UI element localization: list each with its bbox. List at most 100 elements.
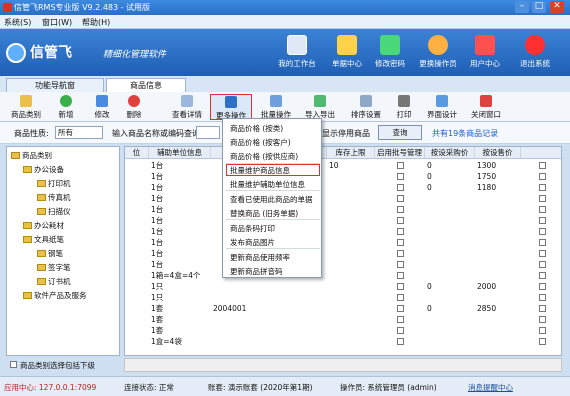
key-icon <box>380 35 400 55</box>
col-header[interactable]: 按设采购价 <box>425 147 475 159</box>
col-header[interactable] <box>521 147 561 159</box>
row-checkbox[interactable] <box>539 283 546 290</box>
batch-checkbox[interactable] <box>397 261 404 268</box>
sort-button[interactable]: 排序设置 <box>346 94 386 120</box>
menu-item[interactable]: 更新商品拼音码 <box>230 266 283 277</box>
query-button[interactable]: 查询 <box>378 125 422 140</box>
col-header[interactable]: 位 <box>125 147 149 159</box>
tree-node[interactable]: 扫描仪 <box>37 206 71 217</box>
batch-checkbox[interactable] <box>397 283 404 290</box>
close-button[interactable]: ✕ <box>550 1 564 13</box>
tab-product-info[interactable]: 商品信息 <box>106 78 186 92</box>
row-checkbox[interactable] <box>539 272 546 279</box>
category-button[interactable]: 商品类别 <box>6 94 46 120</box>
maximize-button[interactable]: □ <box>532 1 546 13</box>
nav-user-center-button[interactable]: 用户中心 <box>458 35 512 75</box>
row-checkbox[interactable] <box>539 327 546 334</box>
row-checkbox[interactable] <box>539 162 546 169</box>
menu-system[interactable]: 系统(S) <box>4 17 31 28</box>
tree-node[interactable]: 传真机 <box>37 192 71 203</box>
tree-node[interactable]: 文具纸笔 <box>23 234 64 245</box>
menu-item[interactable]: 商品价格 (按供应商) <box>230 151 298 162</box>
tree-node[interactable]: 办公耗材 <box>23 220 64 231</box>
batch-checkbox[interactable] <box>397 206 404 213</box>
row-checkbox[interactable] <box>539 338 546 345</box>
row-checkbox[interactable] <box>539 206 546 213</box>
col-header[interactable]: 辅助单位信息 <box>149 147 211 159</box>
batch-checkbox[interactable] <box>397 338 404 345</box>
menu-item[interactable]: 查看已使用此商品的单据 <box>230 194 313 205</box>
menu-item[interactable]: 替换商品 (旧务单据) <box>230 208 298 219</box>
batch-checkbox[interactable] <box>397 228 404 235</box>
batch-checkbox[interactable] <box>397 195 404 202</box>
row-checkbox[interactable] <box>539 316 546 323</box>
tab-navigation[interactable]: 功能导航窗 <box>6 78 104 92</box>
nav-switch-user-button[interactable]: 更换操作员 <box>411 35 465 75</box>
menu-item[interactable]: 发布商品图片 <box>230 237 275 248</box>
notify-link[interactable]: 消息提醒中心 <box>468 382 513 393</box>
more-actions-button[interactable]: 更多操作 <box>210 94 252 120</box>
prop-select[interactable]: 所有 <box>55 126 103 139</box>
folder-icon <box>37 208 46 215</box>
nav-workbench-button[interactable]: 我的工作台 <box>270 35 324 75</box>
row-checkbox[interactable] <box>539 228 546 235</box>
nav-exit-button[interactable]: 退出系统 <box>508 35 562 75</box>
batch-checkbox[interactable] <box>397 184 404 191</box>
menu-item[interactable]: 更新商品使用频率 <box>230 252 290 263</box>
tree-node[interactable]: 打印机 <box>37 178 71 189</box>
menu-bar: 系统(S) 窗口(W) 帮助(H) <box>0 15 570 29</box>
search-label: 输入商品名称或编码查询: <box>112 129 203 138</box>
menu-item[interactable]: 商品价格 (按类) <box>230 123 283 134</box>
batch-checkbox[interactable] <box>397 316 404 323</box>
view-detail-button[interactable]: 查看详情 <box>167 94 207 120</box>
tree-node[interactable]: 订书机 <box>37 276 71 287</box>
row-checkbox[interactable] <box>539 195 546 202</box>
design-button[interactable]: 界面设计 <box>422 94 462 120</box>
tree-node[interactable]: 软件产品及服务 <box>23 290 87 301</box>
row-checkbox[interactable] <box>539 184 546 191</box>
menu-window[interactable]: 窗口(W) <box>42 17 72 28</box>
batch-checkbox[interactable] <box>397 173 404 180</box>
col-header[interactable]: 库存上限 <box>327 147 375 159</box>
row-checkbox[interactable] <box>539 250 546 257</box>
batch-checkbox[interactable] <box>397 294 404 301</box>
row-checkbox[interactable] <box>539 261 546 268</box>
row-checkbox[interactable] <box>539 217 546 224</box>
batch-checkbox[interactable] <box>397 239 404 246</box>
batch-maintain-item[interactable]: 批量维护商品信息 <box>226 164 320 176</box>
batch-checkbox[interactable] <box>397 305 404 312</box>
menu-item[interactable]: 批量维护辅助单位信息 <box>230 179 305 190</box>
add-button[interactable]: 新增 <box>52 94 80 120</box>
row-checkbox[interactable] <box>539 305 546 312</box>
row-checkbox[interactable] <box>539 173 546 180</box>
col-header[interactable]: 按设售价 <box>475 147 521 159</box>
batch-checkbox[interactable] <box>397 327 404 334</box>
nav-password-button[interactable]: 修改密码 <box>363 35 417 75</box>
batch-checkbox[interactable] <box>397 217 404 224</box>
tree-root[interactable]: 商品类别 <box>11 150 52 161</box>
tree-node[interactable]: 钢笔 <box>37 248 63 259</box>
include-sub-checkbox[interactable] <box>10 361 17 368</box>
row-checkbox[interactable] <box>539 239 546 246</box>
import-export-button[interactable]: 导入导出 <box>300 94 340 120</box>
col-header[interactable]: 启用批号管理 <box>375 147 425 159</box>
show-disabled-checkbox[interactable]: 显示停用商品 <box>322 128 370 139</box>
batch-checkbox[interactable] <box>397 250 404 257</box>
tree-node[interactable]: 办公设备 <box>23 164 64 175</box>
menu-help[interactable]: 帮助(H) <box>82 17 110 28</box>
horizontal-scrollbar[interactable] <box>124 358 562 372</box>
minimize-button[interactable]: – <box>515 1 529 13</box>
folder-icon <box>37 250 46 257</box>
batch-checkbox[interactable] <box>397 162 404 169</box>
batch-button[interactable]: 批量操作 <box>256 94 296 120</box>
menu-item[interactable]: 商品价格 (按客户) <box>230 137 291 148</box>
batch-checkbox[interactable] <box>397 272 404 279</box>
menu-item[interactable]: 商品条码打印 <box>230 223 275 234</box>
close-window-button[interactable]: 关闭窗口 <box>466 94 506 120</box>
tree-node[interactable]: 签字笔 <box>37 262 71 273</box>
delete-button[interactable]: 删除 <box>120 94 148 120</box>
row-checkbox[interactable] <box>539 294 546 301</box>
search-input[interactable] <box>196 126 220 139</box>
edit-button[interactable]: 修改 <box>88 94 116 120</box>
print-button[interactable]: 打印 <box>392 94 416 120</box>
